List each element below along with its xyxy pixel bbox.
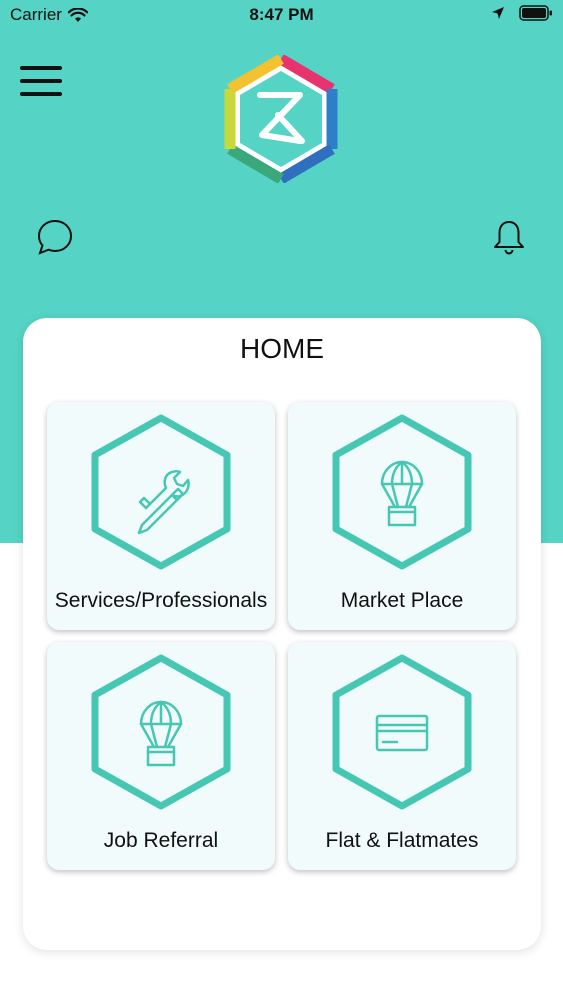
tile-label: Flat & Flatmates [325,829,479,852]
parachute-box-icon [91,654,231,810]
parachute-box-icon [332,414,472,570]
status-time: 8:47 PM [249,5,314,24]
location-arrow-icon [492,7,504,19]
card-icon [332,654,472,810]
page-title: HOME [240,333,324,364]
tile-label: Services/Professionals [54,589,268,612]
menu-button[interactable] [20,66,62,98]
hamburger-icon [20,66,62,70]
tools-icon [91,414,231,570]
tile-market-place[interactable]: Market Place [288,402,516,630]
tile-label: Market Place [340,589,464,612]
status-bar: Carrier 8:47 PM [0,0,563,30]
tile-services-professionals[interactable]: Services/Professionals [47,402,275,630]
tile-job-referral[interactable]: Job Referral [47,642,275,870]
tile-flat-flatmates[interactable]: Flat & Flatmates [288,642,516,870]
battery-icon [519,5,552,21]
tile-label: Job Referral [103,829,219,852]
status-right [491,5,553,21]
app-logo [224,55,338,183]
home-card: HOME Services/Professionals Market Place… [23,318,541,950]
bell-icon[interactable] [490,218,528,256]
chat-bubble-icon[interactable] [36,218,74,256]
